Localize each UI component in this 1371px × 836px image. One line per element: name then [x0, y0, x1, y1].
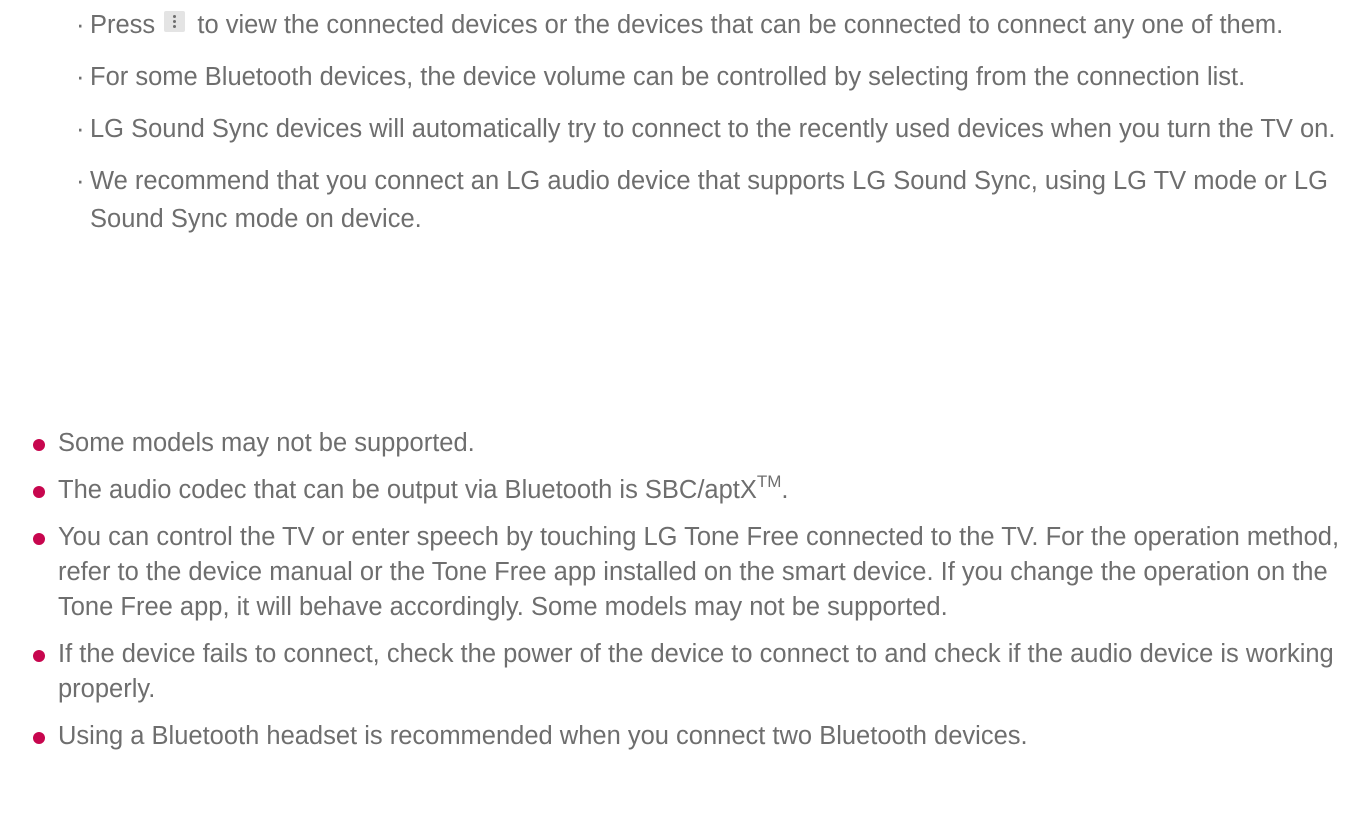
bullet-dot-icon — [33, 486, 45, 498]
sub-note-list: · Press to view the connected devices or… — [76, 6, 1338, 252]
note-bullet-text: Using a Bluetooth headset is recommended… — [58, 722, 1028, 750]
bullet-dot-icon — [33, 439, 45, 451]
sub-note-marker: · — [76, 63, 85, 91]
note-bullet-item: You can control the TV or enter speech b… — [32, 520, 1352, 625]
note-bullet-text: If the device fails to connect, check th… — [58, 640, 1334, 703]
sub-note-text: We recommend that you connect an LG audi… — [90, 167, 1328, 233]
note-bullet-list: Some models may not be supported. The au… — [32, 426, 1352, 766]
sub-note-item: · Press to view the connected devices or… — [76, 6, 1338, 44]
trademark-superscript: TM — [756, 472, 782, 491]
note-bullet-text: You can control the TV or enter speech b… — [58, 523, 1340, 621]
note-bullet-text: The audio codec that can be output via B… — [58, 476, 757, 504]
sub-note-item: · We recommend that you connect an LG au… — [76, 162, 1338, 238]
sub-note-text: LG Sound Sync devices will automatically… — [90, 115, 1336, 143]
sub-note-item: · For some Bluetooth devices, the device… — [76, 58, 1338, 96]
note-bullet-item: The audio codec that can be output via B… — [32, 473, 1352, 508]
sub-note-text-prefix: Press — [90, 11, 156, 39]
note-bullet-item: If the device fails to connect, check th… — [32, 637, 1352, 707]
more-options-icon — [164, 11, 186, 32]
bullet-dot-icon — [33, 732, 45, 744]
note-bullet-text-suffix: . — [781, 476, 789, 504]
sub-note-marker: · — [76, 115, 85, 143]
note-bullet-item: Using a Bluetooth headset is recommended… — [32, 719, 1352, 754]
note-bullet-text: Some models may not be supported. — [58, 429, 475, 457]
sub-note-text: For some Bluetooth devices, the device v… — [90, 63, 1246, 91]
sub-note-item: · LG Sound Sync devices will automatical… — [76, 110, 1338, 148]
sub-note-text: to view the connected devices or the dev… — [197, 11, 1284, 39]
note-bullet-item: Some models may not be supported. — [32, 426, 1352, 461]
bullet-dot-icon — [33, 533, 45, 545]
sub-note-marker: · — [76, 11, 85, 39]
manual-page: · Press to view the connected devices or… — [0, 0, 1371, 836]
sub-note-marker: · — [76, 167, 85, 195]
bullet-dot-icon — [33, 650, 45, 662]
